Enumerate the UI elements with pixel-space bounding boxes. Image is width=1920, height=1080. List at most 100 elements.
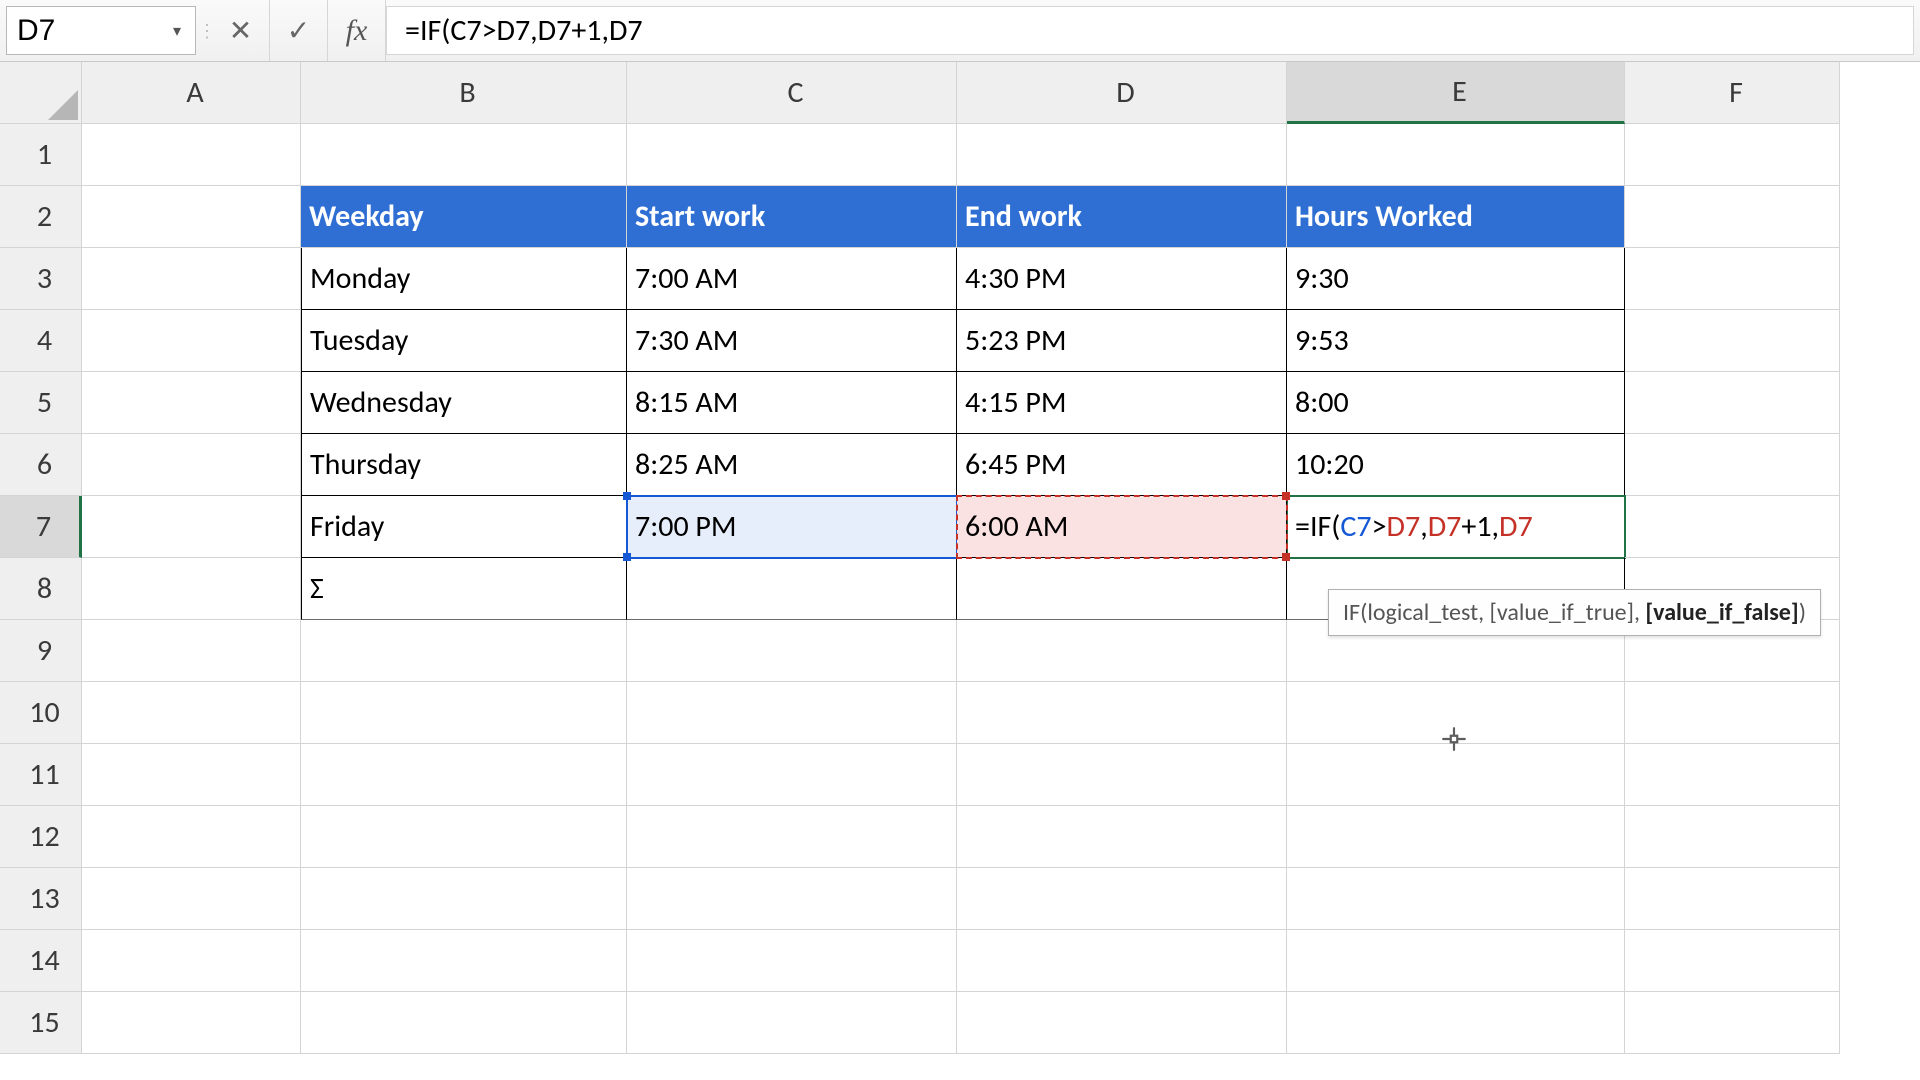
cell-C15[interactable] [627, 992, 957, 1054]
editing-cell-E7[interactable]: =IF(C7>D7,D7+1,D7 [1287, 496, 1625, 558]
cell-F1[interactable] [1625, 124, 1840, 186]
cell-A7[interactable] [82, 496, 301, 558]
cell-C6[interactable]: 8:25 AM [627, 434, 957, 496]
name-box-dropdown[interactable]: ▾ [163, 11, 191, 51]
cell-E5[interactable]: 8:00 [1287, 372, 1625, 434]
column-header-E[interactable]: E [1287, 62, 1625, 124]
cancel-button[interactable]: ✕ [212, 0, 270, 61]
cell-F13[interactable] [1625, 868, 1840, 930]
cell-A10[interactable] [82, 682, 301, 744]
cell-D9[interactable] [957, 620, 1287, 682]
cell-B7[interactable]: Friday [301, 496, 627, 558]
spreadsheet-grid[interactable]: ABCDEF12WeekdayStart workEnd workHours W… [0, 62, 1920, 1054]
column-header-D[interactable]: D [957, 62, 1287, 124]
insert-function-button[interactable]: fx [328, 0, 386, 61]
cell-F10[interactable] [1625, 682, 1840, 744]
cell-D4[interactable]: 5:23 PM [957, 310, 1287, 372]
cell-F4[interactable] [1625, 310, 1840, 372]
column-header-F[interactable]: F [1625, 62, 1840, 124]
cell-D15[interactable] [957, 992, 1287, 1054]
cell-E11[interactable] [1287, 744, 1625, 806]
cell-B6[interactable]: Thursday [301, 434, 627, 496]
column-header-C[interactable]: C [627, 62, 957, 124]
sigma-cell[interactable]: Σ [301, 558, 627, 620]
cell-E4[interactable]: 9:53 [1287, 310, 1625, 372]
cell-A1[interactable] [82, 124, 301, 186]
row-header-1[interactable]: 1 [0, 124, 82, 186]
cell-E15[interactable] [1287, 992, 1625, 1054]
cell-A15[interactable] [82, 992, 301, 1054]
cell-C12[interactable] [627, 806, 957, 868]
select-all-corner[interactable] [0, 62, 82, 124]
cell-A9[interactable] [82, 620, 301, 682]
row-header-7[interactable]: 7 [0, 496, 82, 558]
cell-C5[interactable]: 8:15 AM [627, 372, 957, 434]
cell-C13[interactable] [627, 868, 957, 930]
table-header-B[interactable]: Weekday [301, 186, 627, 248]
cell-E6[interactable]: 10:20 [1287, 434, 1625, 496]
cell-F6[interactable] [1625, 434, 1840, 496]
cell-E3[interactable]: 9:30 [1287, 248, 1625, 310]
cell-A8[interactable] [82, 558, 301, 620]
column-header-B[interactable]: B [301, 62, 627, 124]
cell-C7[interactable]: 7:00 PM [627, 496, 957, 558]
cell-C11[interactable] [627, 744, 957, 806]
cell-D13[interactable] [957, 868, 1287, 930]
cell-C8[interactable] [627, 558, 957, 620]
cell-A6[interactable] [82, 434, 301, 496]
cell-D12[interactable] [957, 806, 1287, 868]
cell-A4[interactable] [82, 310, 301, 372]
cell-B14[interactable] [301, 930, 627, 992]
cell-A12[interactable] [82, 806, 301, 868]
cell-C1[interactable] [627, 124, 957, 186]
cell-B5[interactable]: Wednesday [301, 372, 627, 434]
cell-B1[interactable] [301, 124, 627, 186]
cell-C14[interactable] [627, 930, 957, 992]
cell-F15[interactable] [1625, 992, 1840, 1054]
name-box-input[interactable] [7, 10, 147, 52]
cell-D5[interactable]: 4:15 PM [957, 372, 1287, 434]
cell-F14[interactable] [1625, 930, 1840, 992]
cell-B11[interactable] [301, 744, 627, 806]
table-header-C[interactable]: Start work [627, 186, 957, 248]
row-header-14[interactable]: 14 [0, 930, 82, 992]
cell-C4[interactable]: 7:30 AM [627, 310, 957, 372]
cell-B13[interactable] [301, 868, 627, 930]
cell-E1[interactable] [1287, 124, 1625, 186]
row-header-2[interactable]: 2 [0, 186, 82, 248]
cell-A3[interactable] [82, 248, 301, 310]
row-header-11[interactable]: 11 [0, 744, 82, 806]
table-header-D[interactable]: End work [957, 186, 1287, 248]
cell-B4[interactable]: Tuesday [301, 310, 627, 372]
row-header-13[interactable]: 13 [0, 868, 82, 930]
row-header-12[interactable]: 12 [0, 806, 82, 868]
cell-B9[interactable] [301, 620, 627, 682]
cell-A2[interactable] [82, 186, 301, 248]
cell-D14[interactable] [957, 930, 1287, 992]
row-header-10[interactable]: 10 [0, 682, 82, 744]
cell-F5[interactable] [1625, 372, 1840, 434]
cell-B12[interactable] [301, 806, 627, 868]
row-header-6[interactable]: 6 [0, 434, 82, 496]
cell-B10[interactable] [301, 682, 627, 744]
cell-F2[interactable] [1625, 186, 1840, 248]
row-header-9[interactable]: 9 [0, 620, 82, 682]
cell-D6[interactable]: 6:45 PM [957, 434, 1287, 496]
cell-C10[interactable] [627, 682, 957, 744]
row-header-4[interactable]: 4 [0, 310, 82, 372]
cell-D11[interactable] [957, 744, 1287, 806]
cell-C3[interactable]: 7:00 AM [627, 248, 957, 310]
row-header-8[interactable]: 8 [0, 558, 82, 620]
cell-D10[interactable] [957, 682, 1287, 744]
cell-E12[interactable] [1287, 806, 1625, 868]
cell-A13[interactable] [82, 868, 301, 930]
formula-input[interactable]: =IF(C7>D7,D7+1,D7 [386, 6, 1914, 55]
enter-button[interactable]: ✓ [270, 0, 328, 61]
cell-E13[interactable] [1287, 868, 1625, 930]
cell-D8[interactable] [957, 558, 1287, 620]
cell-D3[interactable]: 4:30 PM [957, 248, 1287, 310]
cell-F7[interactable] [1625, 496, 1840, 558]
table-header-E[interactable]: Hours Worked [1287, 186, 1625, 248]
cell-C9[interactable] [627, 620, 957, 682]
name-box[interactable]: ▾ [6, 6, 196, 55]
